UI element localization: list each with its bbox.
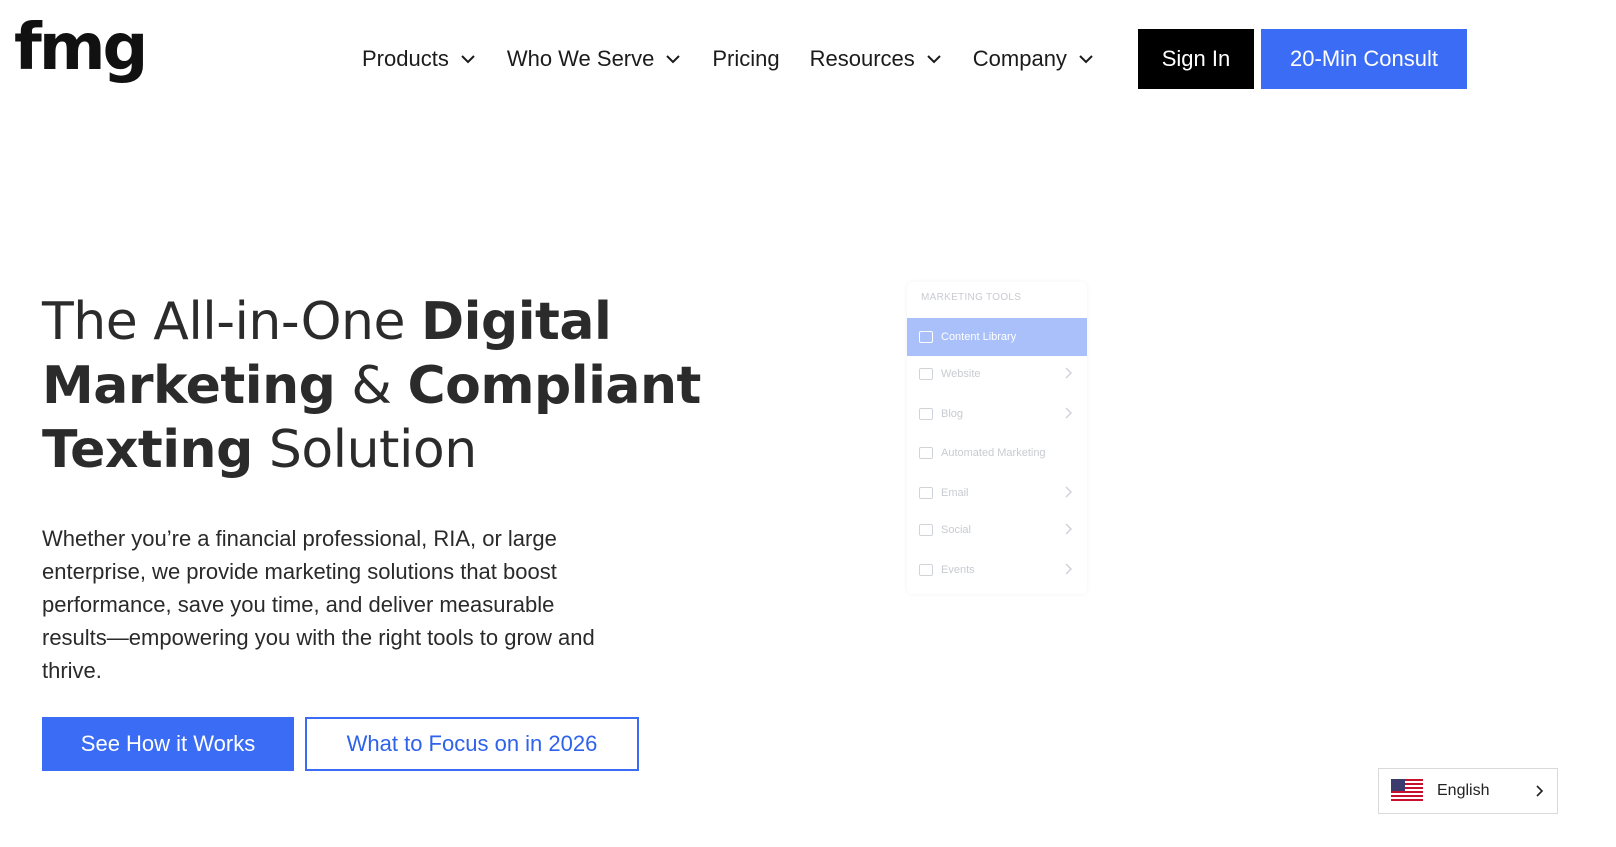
nav-products[interactable]: Products bbox=[362, 46, 477, 72]
chevron-right-icon bbox=[1065, 563, 1073, 575]
tool-item-social[interactable]: Social bbox=[907, 511, 1087, 549]
see-how-it-works-button[interactable]: See How it Works bbox=[42, 717, 294, 771]
marketing-tools-panel: MARKETING TOOLS Content Library Website … bbox=[907, 282, 1087, 594]
nav-resources[interactable]: Resources bbox=[810, 46, 943, 72]
chevron-right-icon bbox=[1065, 523, 1073, 535]
mail-icon bbox=[919, 487, 933, 499]
tool-item-label: Automated Marketing bbox=[941, 447, 1046, 459]
nav-company[interactable]: Company bbox=[973, 46, 1095, 72]
nav-who-we-serve-label: Who We Serve bbox=[506, 46, 655, 71]
headline-part2: & bbox=[335, 356, 408, 416]
tool-item-events[interactable]: Events bbox=[907, 551, 1087, 589]
chevron-right-icon bbox=[1065, 486, 1073, 498]
blog-icon bbox=[919, 408, 933, 420]
chevron-right-icon bbox=[1065, 407, 1073, 419]
chevron-down-icon bbox=[1079, 55, 1093, 64]
us-flag-icon bbox=[1391, 779, 1423, 803]
tool-item-label: Social bbox=[941, 524, 971, 536]
tool-item-label: Website bbox=[941, 368, 981, 380]
focus-2026-button[interactable]: What to Focus on in 2026 bbox=[305, 717, 639, 771]
nav-resources-label: Resources bbox=[809, 46, 915, 71]
tool-item-label: Events bbox=[941, 564, 975, 576]
library-icon bbox=[919, 331, 933, 343]
chevron-down-icon bbox=[666, 55, 681, 64]
hero-headline: The All-in-One Digital Marketing & Compl… bbox=[42, 290, 722, 482]
nav-who-we-serve[interactable]: Who We Serve bbox=[507, 46, 683, 72]
tool-item-content-library[interactable]: Content Library bbox=[907, 318, 1087, 356]
main-nav: Products Who We Serve Pricing Resources … bbox=[362, 28, 1125, 90]
headline-part1: The All-in-One bbox=[42, 292, 421, 352]
social-icon bbox=[919, 524, 933, 536]
tool-item-label: Content Library bbox=[941, 331, 1017, 343]
tools-panel-title: MARKETING TOOLS bbox=[921, 292, 1022, 303]
tool-item-website[interactable]: Website bbox=[907, 355, 1087, 393]
fmg-logo[interactable]: fmg bbox=[14, 16, 148, 80]
tool-item-label: Blog bbox=[941, 408, 964, 420]
chevron-right-icon bbox=[1065, 367, 1073, 379]
hero-description: Whether you’re a financial professional,… bbox=[42, 526, 595, 683]
chevron-down-icon bbox=[927, 55, 941, 64]
monitor-icon bbox=[919, 368, 933, 380]
nav-company-label: Company bbox=[972, 46, 1067, 71]
tool-item-blog[interactable]: Blog bbox=[907, 395, 1087, 433]
nav-products-label: Products bbox=[362, 46, 449, 71]
tool-item-email[interactable]: Email bbox=[907, 474, 1087, 512]
language-selector[interactable]: English bbox=[1378, 768, 1558, 814]
calendar-icon bbox=[919, 564, 933, 576]
headline-part3: Solution bbox=[252, 420, 477, 480]
chevron-right-icon bbox=[1536, 785, 1544, 797]
tool-item-label: Email bbox=[941, 487, 969, 499]
consult-button[interactable]: 20-Min Consult bbox=[1261, 29, 1467, 89]
tool-item-automated-marketing[interactable]: Automated Marketing bbox=[907, 434, 1087, 472]
automation-icon bbox=[919, 447, 933, 459]
nav-pricing-label: Pricing bbox=[712, 46, 780, 71]
sign-in-button[interactable]: Sign In bbox=[1138, 29, 1254, 89]
chevron-down-icon bbox=[461, 55, 475, 64]
language-label: English bbox=[1437, 782, 1490, 799]
nav-pricing[interactable]: Pricing bbox=[712, 46, 779, 72]
